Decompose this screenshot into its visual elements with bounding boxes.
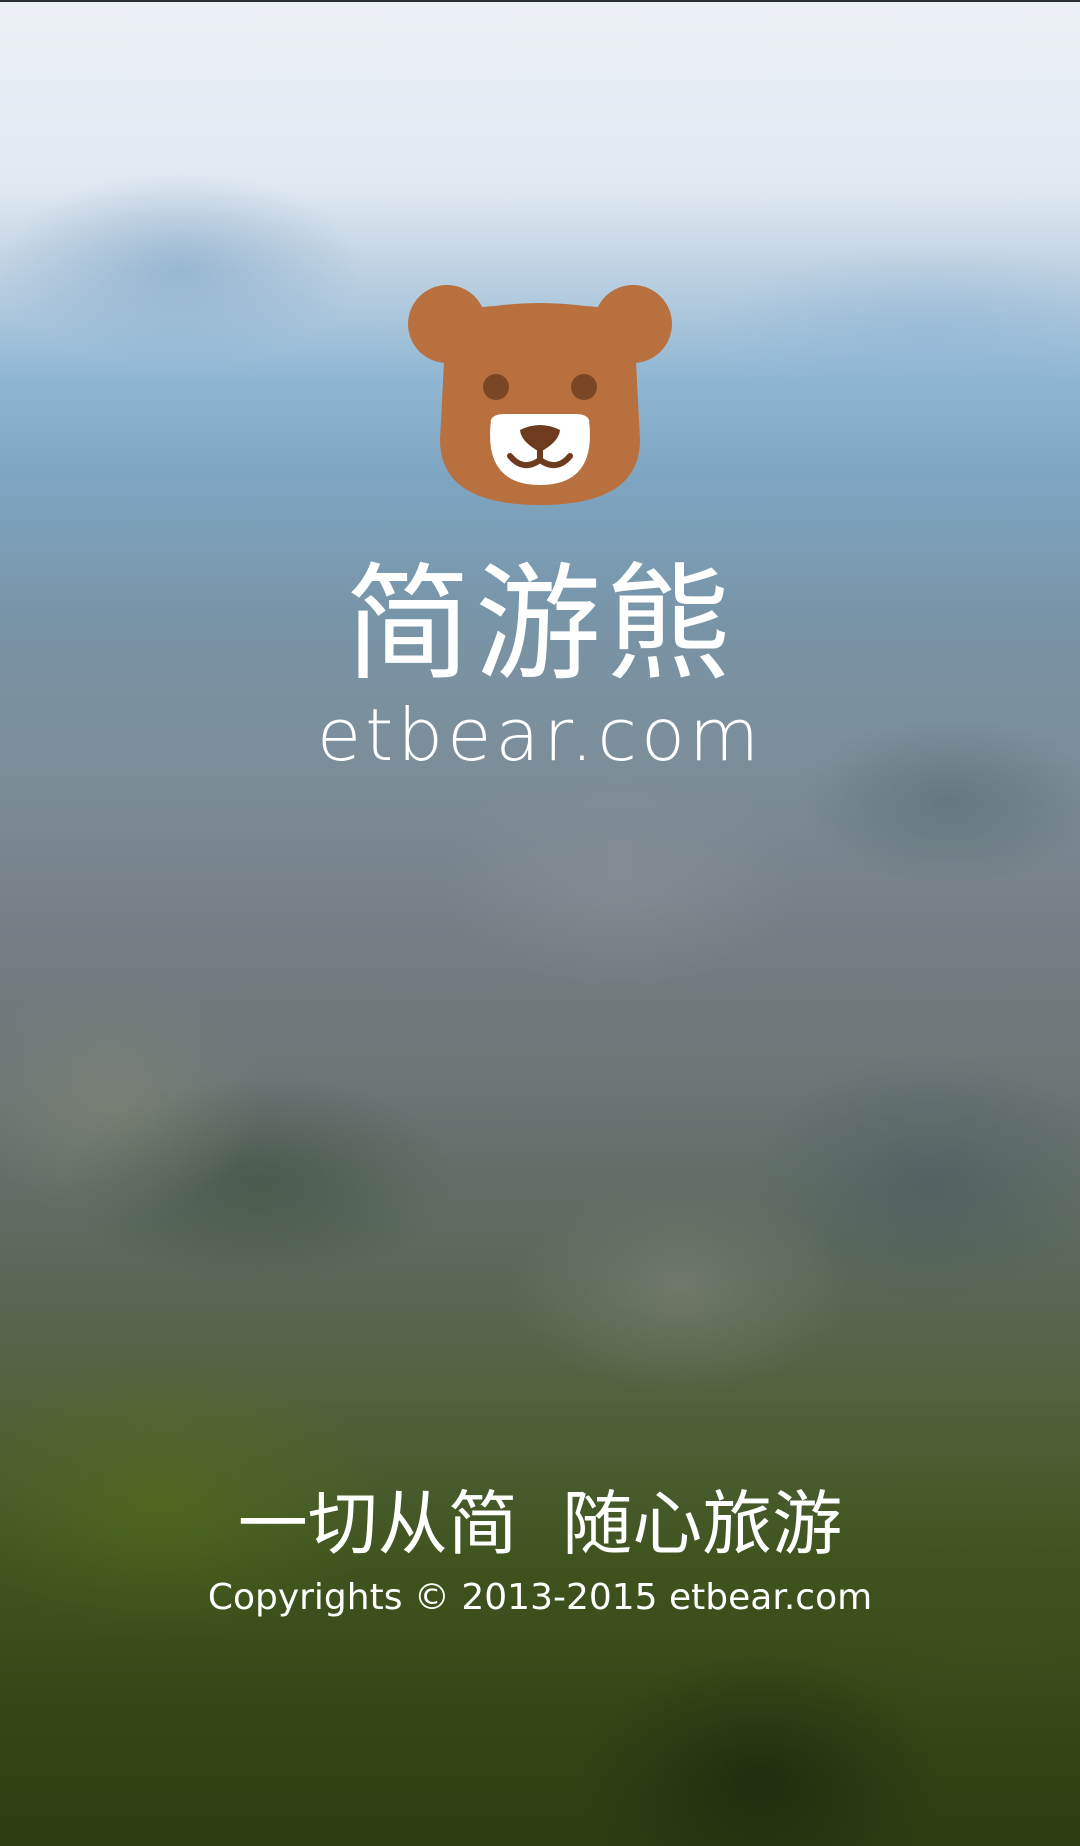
bear-left-eye bbox=[483, 374, 509, 400]
bear-face-icon bbox=[408, 285, 672, 505]
background-photo-detail bbox=[0, 0, 1080, 1846]
splash-screen: 简游熊 etbear.com 一切从简 随心旅游 Copyrights © 20… bbox=[0, 0, 1080, 1846]
copyright-notice: Copyrights © 2013-2015 etbear.com bbox=[207, 1577, 873, 1618]
app-slogan: 一切从简 随心旅游 bbox=[237, 1483, 843, 1565]
bear-logo bbox=[405, 280, 675, 520]
bear-right-eye bbox=[571, 374, 597, 400]
app-name: 简游熊 bbox=[345, 551, 735, 698]
app-domain: etbear.com bbox=[316, 693, 764, 777]
status-bar-edge bbox=[0, 0, 1080, 2]
